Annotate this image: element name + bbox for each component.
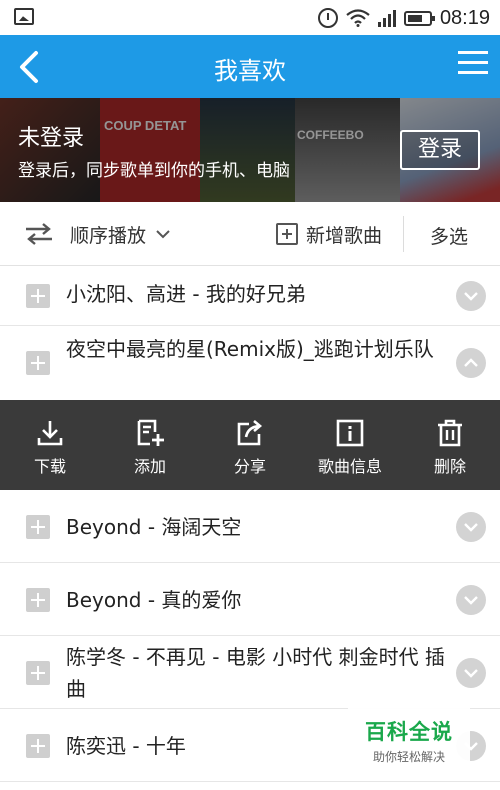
- image-icon: [14, 8, 34, 25]
- action-label: 分享: [233, 457, 266, 476]
- chevron-down-icon: [156, 230, 170, 239]
- trash-icon: [438, 419, 462, 447]
- page-title: 我喜欢: [214, 57, 286, 85]
- song-title: 小沈阳、高进 - 我的好兄弟: [66, 282, 306, 306]
- download-icon: [37, 421, 63, 446]
- signal-icon: [377, 9, 396, 27]
- add-icon[interactable]: [26, 734, 50, 758]
- menu-icon[interactable]: [458, 51, 488, 79]
- play-mode-selector[interactable]: 顺序播放: [24, 218, 170, 250]
- chevron-down-icon[interactable]: [456, 658, 486, 688]
- add-icon[interactable]: [26, 588, 50, 612]
- add-to-list-icon: [137, 419, 164, 446]
- action-label: 添加: [133, 457, 166, 476]
- song-action-bar: 下载 添加 分享 歌曲信息 删除: [0, 400, 500, 490]
- info-icon: [336, 419, 364, 447]
- status-icons: 08:19: [317, 5, 490, 31]
- song-title: Beyond - 真的爱你: [66, 588, 242, 612]
- status-bar: 08:19: [0, 0, 500, 35]
- login-status: 未登录: [18, 126, 85, 151]
- download-button[interactable]: 下载: [0, 400, 100, 490]
- song-title: 夜空中最亮的星(Remix版)_逃跑计划乐队: [66, 337, 434, 361]
- chevron-up-icon[interactable]: [456, 348, 486, 378]
- add-song-button[interactable]: 新增歌曲: [276, 218, 382, 250]
- song-title: 陈学冬 - 不再见 - 电影 小时代 刺金时代 插曲: [66, 645, 445, 701]
- song-info-button[interactable]: 歌曲信息: [300, 400, 400, 490]
- wifi-icon: [346, 9, 370, 27]
- delete-button[interactable]: 删除: [400, 400, 500, 490]
- song-row[interactable]: Beyond - 真的爱你: [0, 563, 500, 636]
- watermark-subtitle: 助你轻松解决: [372, 750, 445, 764]
- watermark-logo: 百科全说 助你轻松解决: [348, 708, 470, 770]
- add-icon[interactable]: [26, 284, 50, 308]
- song-row-expanded[interactable]: 夜空中最亮的星(Remix版)_逃跑计划乐队: [0, 326, 500, 400]
- share-icon: [237, 420, 263, 446]
- add-icon[interactable]: [26, 661, 50, 685]
- status-time: 08:19: [439, 6, 490, 29]
- login-hint: 登录后，同步歌单到你的手机、电脑: [18, 161, 290, 181]
- song-title: Beyond - 海阔天空: [66, 515, 242, 539]
- alarm-icon: [317, 8, 338, 28]
- play-mode-label: 顺序播放: [70, 224, 147, 247]
- action-label: 下载: [33, 457, 66, 476]
- multi-select-button[interactable]: 多选: [430, 222, 468, 249]
- chevron-down-icon[interactable]: [456, 281, 486, 311]
- login-banner: COUP DETAT COFFEEBO 未登录 登录后，同步歌单到你的手机、电脑…: [0, 98, 500, 202]
- song-row[interactable]: Beyond - 海阔天空: [0, 490, 500, 563]
- add-icon[interactable]: [26, 351, 50, 375]
- battery-icon: [403, 10, 435, 26]
- action-label: 删除: [433, 457, 466, 476]
- login-button[interactable]: 登录: [400, 130, 480, 170]
- action-label: 歌曲信息: [317, 457, 382, 476]
- share-button[interactable]: 分享: [200, 400, 300, 490]
- add-icon[interactable]: [26, 515, 50, 539]
- title-bar: 我喜欢: [0, 35, 500, 98]
- watermark-title: 百科全说: [365, 720, 453, 744]
- shuffle-order-icon: [26, 223, 52, 245]
- add-to-list-button[interactable]: 添加: [100, 400, 200, 490]
- add-icon: [276, 223, 298, 245]
- list-toolbar: 顺序播放 新增歌曲 多选: [0, 202, 500, 266]
- song-row[interactable]: 陈学冬 - 不再见 - 电影 小时代 刺金时代 插曲: [0, 636, 500, 709]
- song-row[interactable]: 小沈阳、高进 - 我的好兄弟: [0, 266, 500, 326]
- chevron-down-icon[interactable]: [456, 585, 486, 615]
- divider: [403, 216, 404, 252]
- add-song-label: 新增歌曲: [306, 224, 383, 247]
- chevron-down-icon[interactable]: [456, 512, 486, 542]
